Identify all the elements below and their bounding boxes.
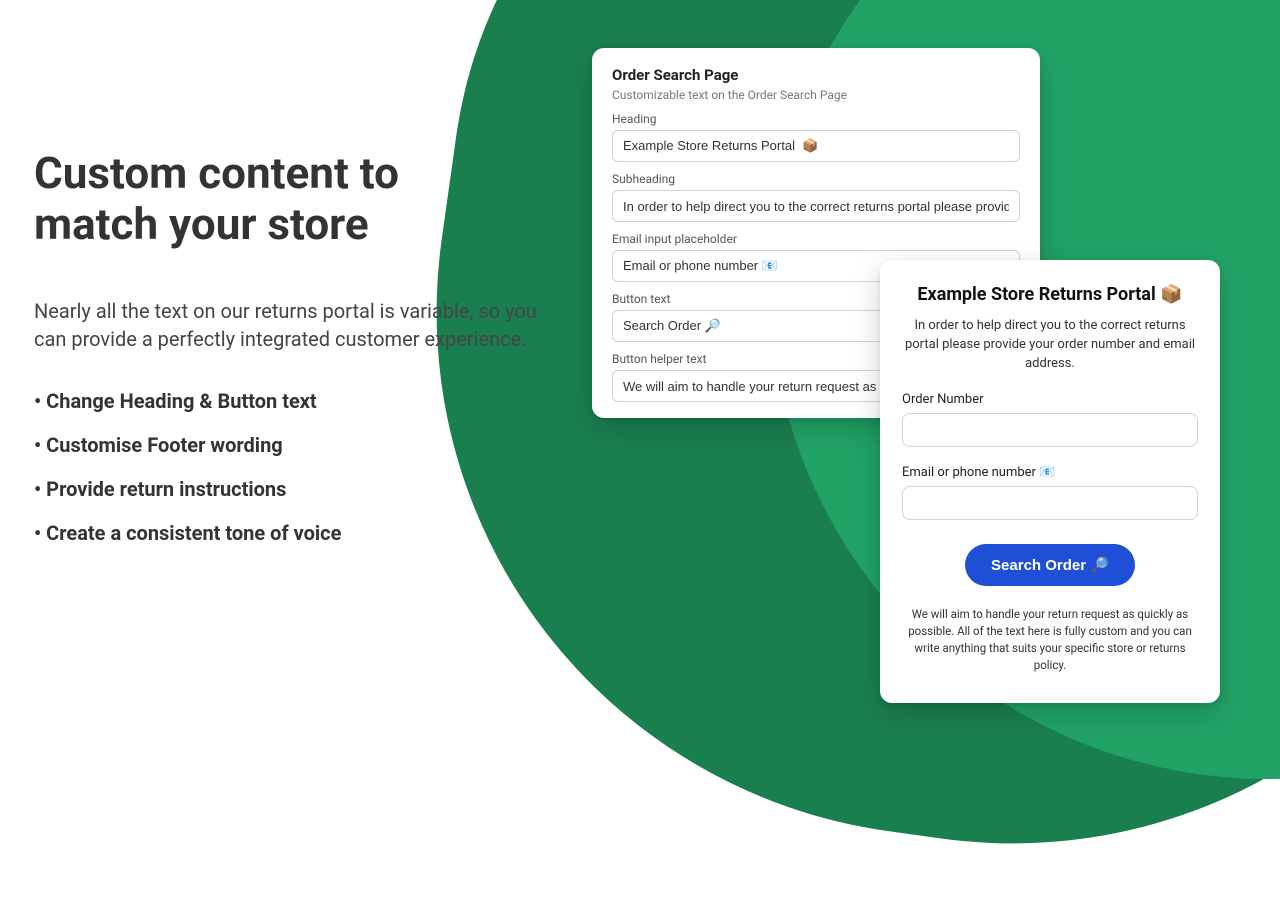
promo-bullet: Create a consistent tone of voice (34, 521, 544, 545)
field-heading: Heading (612, 112, 1020, 162)
settings-desc: Customizable text on the Order Search Pa… (612, 88, 1020, 102)
email-input[interactable] (902, 486, 1198, 520)
preview-order-label: Order Number (902, 392, 1198, 407)
heading-input[interactable] (612, 130, 1020, 162)
promo-subtext: Nearly all the text on our returns porta… (34, 297, 544, 353)
promo-heading-line2: match your store (34, 198, 369, 250)
promo-bullet: Change Heading & Button text (34, 389, 544, 413)
subheading-input[interactable] (612, 190, 1020, 222)
preview-heading: Example Store Returns Portal 📦 (902, 284, 1198, 305)
promo-heading-line1: Custom content to (34, 147, 399, 199)
promo-bullet: Provide return instructions (34, 477, 544, 501)
preview-email-field: Email or phone number 📧 (902, 465, 1198, 520)
order-number-input[interactable] (902, 413, 1198, 447)
field-subheading: Subheading (612, 172, 1020, 222)
field-heading-label: Heading (612, 112, 1020, 126)
preview-email-label: Email or phone number 📧 (902, 465, 1198, 480)
field-email-placeholder-label: Email input placeholder (612, 232, 1020, 246)
settings-title: Order Search Page (612, 66, 1020, 84)
promo-bullets: Change Heading & Button text Customise F… (34, 389, 544, 545)
preview-order-field: Order Number (902, 392, 1198, 447)
preview-card: Example Store Returns Portal 📦 In order … (880, 260, 1220, 703)
promo-heading: Custom content to match your store (34, 148, 544, 249)
promo-bullet: Customise Footer wording (34, 433, 544, 457)
search-order-button[interactable]: Search Order 🔎 (965, 544, 1135, 586)
preview-intro: In order to help direct you to the corre… (902, 317, 1198, 374)
promo-column: Custom content to match your store Nearl… (34, 148, 544, 565)
preview-helper: We will aim to handle your return reques… (902, 606, 1198, 675)
field-subheading-label: Subheading (612, 172, 1020, 186)
